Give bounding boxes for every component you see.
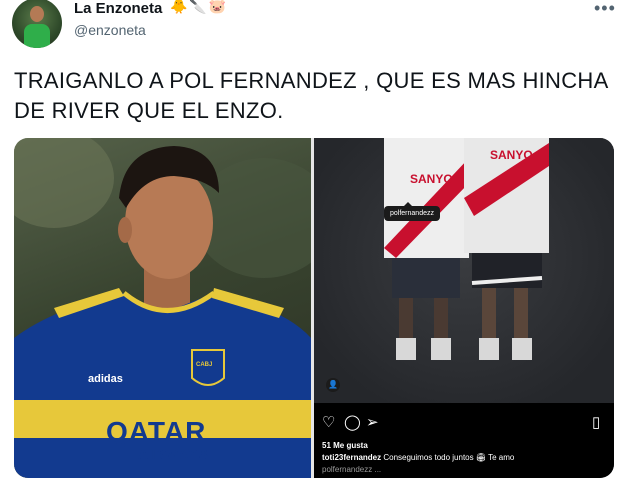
tweet-text: TRAIGANLO A POL FERNANDEZ , QUE ES MAS H…: [14, 68, 608, 123]
caption-text: Conseguimos todo juntos 🏟 Te amo: [381, 453, 515, 462]
caption-username[interactable]: toti23fernandez: [322, 453, 381, 462]
profile-avatar[interactable]: [12, 0, 62, 48]
display-name[interactable]: La Enzoneta: [74, 0, 162, 17]
bookmark-icon[interactable]: ▯: [592, 413, 600, 431]
jersey-badge-label: CABJ: [196, 362, 213, 368]
avatar-shirt: [24, 24, 50, 48]
more-icon[interactable]: •••: [594, 0, 616, 19]
share-icon[interactable]: ➢: [366, 413, 379, 431]
instagram-post-image: SANYO SANYO polfernandezz 👤: [314, 138, 614, 403]
river-kids-illustration: [384, 138, 549, 360]
instagram-user-tag[interactable]: polfernandezz: [384, 202, 440, 221]
avatar-head: [30, 6, 44, 22]
photo-boca-player[interactable]: adidas CABJ QATAR AIRWAYS: [14, 138, 311, 478]
comment-icon[interactable]: ◯: [344, 413, 361, 431]
shirt-text-right: SANYO: [490, 148, 533, 162]
name-emojis: 🐥🔪🐷: [170, 0, 229, 14]
heart-icon[interactable]: ♡: [322, 413, 335, 431]
jersey-brand-label: adidas: [88, 373, 123, 385]
photo-instagram-screenshot[interactable]: SANYO SANYO polfernandezz 👤 ♡ ◯ ➢ ▯ 51 M…: [314, 138, 614, 478]
tagged-users-icon[interactable]: 👤: [326, 378, 340, 392]
tweet-media[interactable]: adidas CABJ QATAR AIRWAYS SANYO SANYO po…: [14, 138, 614, 478]
instagram-action-bar: ♡ ◯ ➢ ▯ 51 Me gusta toti23fernandez Cons…: [314, 403, 614, 478]
likes-count[interactable]: 51 Me gusta: [322, 441, 368, 450]
post-caption: toti23fernandez Conseguimos todo juntos …: [322, 453, 514, 462]
jersey-sponsor-sub: AIRWAYS: [138, 446, 209, 462]
jersey-sponsor-main: QATAR: [106, 416, 207, 447]
user-handle[interactable]: @enzoneta: [74, 22, 146, 38]
caption-more: polfernandezz ...: [322, 465, 382, 474]
shirt-text-left: SANYO: [410, 172, 453, 186]
